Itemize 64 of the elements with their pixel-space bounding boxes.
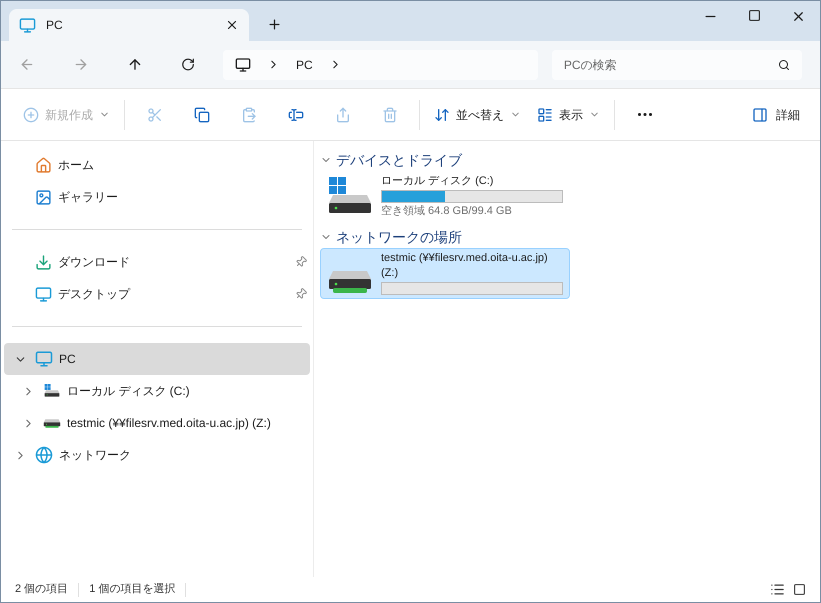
nav-item[interactable]: ダウンロード [1,246,313,278]
search-input[interactable]: PCの検索 [564,56,778,74]
free-space-text: 空き領域 64.8 GB/99.4 GB [381,204,513,219]
details-view-icon[interactable] [770,582,785,597]
nav-tree-item[interactable]: ローカル ディスク (C:) [4,375,310,407]
details-pane-icon [752,106,768,122]
nav-tree-item[interactable]: PC [4,343,310,375]
cut-icon [146,106,162,122]
nav-label: ネットワーク [59,447,131,464]
new-tab-icon[interactable] [267,17,282,32]
nav-item[interactable]: ギャラリー [1,181,313,213]
window-tab[interactable]: PC [9,9,249,41]
toolbar-button[interactable]: 表示 [529,98,608,130]
sort-icon [434,106,450,122]
view-icon [537,106,553,122]
nav-tree-item[interactable]: ネットワーク [4,439,310,471]
nav-label: ホーム [58,157,95,174]
breadcrumb-item[interactable]: PC [296,56,313,74]
close-icon[interactable] [791,9,806,24]
nav-label: PC [59,351,76,368]
new-icon [23,106,39,122]
search-field[interactable]: PCの検索 [552,50,802,80]
drive-name: testmic (¥¥filesrv.med.oita-u.ac.jp) (Z:) [381,251,549,281]
delete-icon [382,106,398,122]
network-drive-icon [43,418,61,428]
network-drive-icon [327,270,373,292]
nav-label: ギャラリー [58,189,119,206]
gallery-icon [35,188,52,206]
group-header[interactable]: ネットワークの場所 [320,226,820,248]
tab-title: PC [46,17,64,34]
nav-label: testmic (¥¥filesrv.med.oita-u.ac.jp) (Z:) [67,415,271,432]
group-header[interactable]: デバイスとドライブ [320,149,820,171]
download-icon [35,254,52,270]
nav-item[interactable]: デスクトップ [1,278,313,310]
monitor-icon [19,16,36,34]
refresh-icon[interactable] [180,57,195,72]
nav-tree-item[interactable]: testmic (¥¥filesrv.med.oita-u.ac.jp) (Z:) [4,407,310,439]
copy-icon [194,106,210,122]
toolbar-button[interactable]: 並べ替え [426,98,529,130]
close-tab-icon[interactable] [225,18,239,32]
desktop-icon [35,286,52,302]
home-icon [35,156,52,174]
nav-label: ダウンロード [58,254,131,271]
rename-icon [288,106,304,122]
network-icon [35,446,53,464]
drive-name: ローカル ディスク (C:) [381,174,494,189]
nav-item[interactable]: ホーム [1,149,313,181]
share-icon [334,106,350,122]
monitor-icon [234,56,251,72]
address-bar[interactable]: PC [222,50,538,80]
selection-count: 1 個の項目を選択 [89,582,176,598]
search-icon [778,58,790,70]
maximize-icon[interactable] [748,9,761,22]
monitor-icon [35,350,53,368]
drive-tile[interactable]: ローカル ディスク (C:) 空き領域 64.8 GB/99.4 GB [320,171,570,222]
drive-tile[interactable]: testmic (¥¥filesrv.med.oita-u.ac.jp) (Z:) [320,248,570,299]
disk-drive-icon [43,384,61,398]
details-button[interactable]: 詳細 [746,98,806,130]
tiles-view-icon[interactable] [793,583,806,596]
nav-label: デスクトップ [58,286,132,303]
paste-icon [240,106,256,122]
nav-label: ローカル ディスク (C:) [67,383,190,400]
more-icon [638,113,652,116]
item-count: 2 個の項目 [15,582,68,598]
